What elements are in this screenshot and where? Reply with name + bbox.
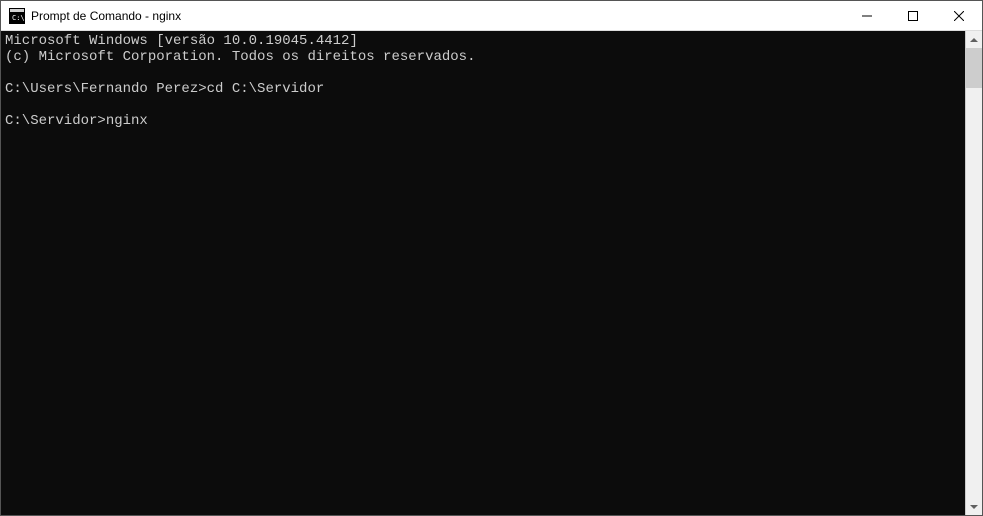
console-area: Microsoft Windows [versão 10.0.19045.441…: [1, 31, 982, 515]
scroll-up-button[interactable]: [966, 31, 982, 48]
minimize-button[interactable]: [844, 1, 890, 31]
minimize-icon: [862, 11, 872, 21]
window-title: Prompt de Comando - nginx: [31, 9, 181, 23]
scroll-down-button[interactable]: [966, 498, 982, 515]
console-output[interactable]: Microsoft Windows [versão 10.0.19045.441…: [1, 31, 965, 515]
chevron-down-icon: [970, 505, 978, 509]
command-prompt-window: C:\ Prompt de Comando - nginx: [0, 0, 983, 516]
vertical-scrollbar[interactable]: [965, 31, 982, 515]
cmd-icon: C:\: [9, 8, 25, 24]
scroll-thumb[interactable]: [966, 48, 982, 88]
chevron-up-icon: [970, 38, 978, 42]
close-icon: [954, 11, 964, 21]
maximize-button[interactable]: [890, 1, 936, 31]
window-controls: [844, 1, 982, 31]
close-button[interactable]: [936, 1, 982, 31]
titlebar[interactable]: C:\ Prompt de Comando - nginx: [1, 1, 982, 31]
svg-text:C:\: C:\: [12, 14, 25, 22]
scroll-track[interactable]: [966, 48, 982, 498]
maximize-icon: [908, 11, 918, 21]
